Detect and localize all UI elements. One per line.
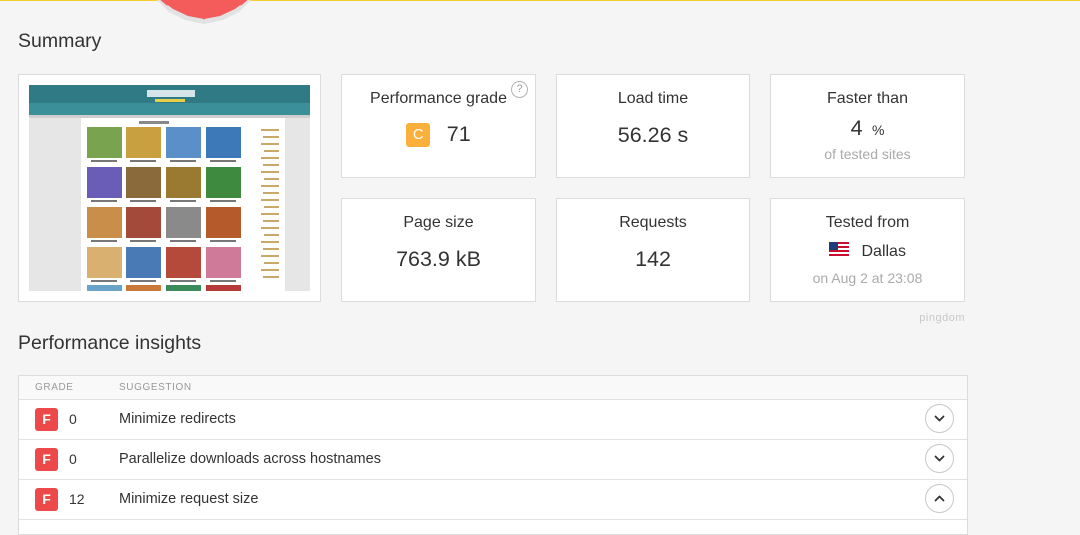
- requests-card: Requests 142: [556, 198, 750, 302]
- faster-than-card: Faster than 4 % of tested sites: [770, 74, 965, 178]
- tested-from-location-row: Dallas: [771, 242, 964, 261]
- tested-from-label: Tested from: [825, 214, 910, 231]
- page-size-card: Page size 763.9 kB: [341, 198, 536, 302]
- page-size-label: Page size: [403, 214, 474, 231]
- tested-from-location: Dallas: [861, 242, 906, 260]
- insight-suggestion: Minimize request size: [119, 491, 259, 507]
- load-time-label: Load time: [617, 90, 689, 107]
- grade-f-badge: F: [35, 408, 58, 431]
- faster-than-unit: %: [871, 122, 885, 138]
- requests-label: Requests: [619, 214, 687, 231]
- suggestion-column-header: SUGGESTION: [119, 382, 192, 393]
- requests-value: 142: [635, 247, 671, 271]
- tested-from-card: Tested from Dallas on Aug 2 at 23:08: [770, 198, 965, 302]
- expand-button[interactable]: [925, 404, 954, 433]
- collapse-button[interactable]: [925, 484, 954, 513]
- chevron-up-icon: [934, 495, 945, 502]
- load-time-value: 56.26 s: [617, 123, 689, 147]
- site-screenshot-card: [18, 74, 321, 302]
- insight-suggestion: Minimize redirects: [119, 411, 236, 427]
- site-screenshot-thumbnail: [29, 85, 310, 291]
- tested-from-date: on Aug 2 at 23:08: [812, 270, 923, 286]
- grade-f-badge: F: [35, 448, 58, 471]
- insight-score: 0: [69, 411, 77, 427]
- load-time-card: Load time 56.26 s: [556, 74, 750, 178]
- faster-than-value: 4: [850, 116, 863, 140]
- summary-title: Summary: [18, 30, 102, 52]
- faster-than-value-row: 4 %: [771, 116, 964, 141]
- expand-button[interactable]: [925, 444, 954, 473]
- performance-grade-value: 71: [446, 122, 471, 146]
- insight-suggestion: Parallelize downloads across hostnames: [119, 451, 381, 467]
- performance-grade-value-row: C 71: [342, 122, 535, 147]
- insight-row[interactable]: F 0 Parallelize downloads across hostnam…: [19, 439, 967, 480]
- insights-title: Performance insights: [18, 332, 202, 354]
- faster-than-label: Faster than: [827, 90, 908, 107]
- performance-grade-card: ? Performance grade C 71: [341, 74, 536, 178]
- faster-than-subtext: of tested sites: [824, 146, 911, 162]
- insights-table: GRADE SUGGESTION F 0 Minimize redirects …: [18, 375, 968, 535]
- insight-score: 12: [69, 491, 85, 507]
- grade-badge-decoration: [143, 0, 265, 24]
- grade-c-badge: C: [406, 122, 431, 147]
- performance-grade-label: Performance grade: [370, 90, 507, 107]
- insight-row[interactable]: F 12 Minimize request size: [19, 479, 967, 520]
- grade-f-badge: F: [35, 488, 58, 511]
- insight-row[interactable]: F 0 Minimize redirects: [19, 399, 967, 440]
- insights-table-header: GRADE SUGGESTION: [19, 376, 967, 400]
- chevron-down-icon: [934, 455, 945, 462]
- page-size-value: 763.9 kB: [396, 247, 481, 271]
- chevron-down-icon: [934, 415, 945, 422]
- pingdom-brand: pingdom: [919, 312, 965, 324]
- grade-column-header: GRADE: [35, 382, 74, 393]
- insight-score: 0: [69, 451, 77, 467]
- us-flag-icon: [829, 242, 850, 261]
